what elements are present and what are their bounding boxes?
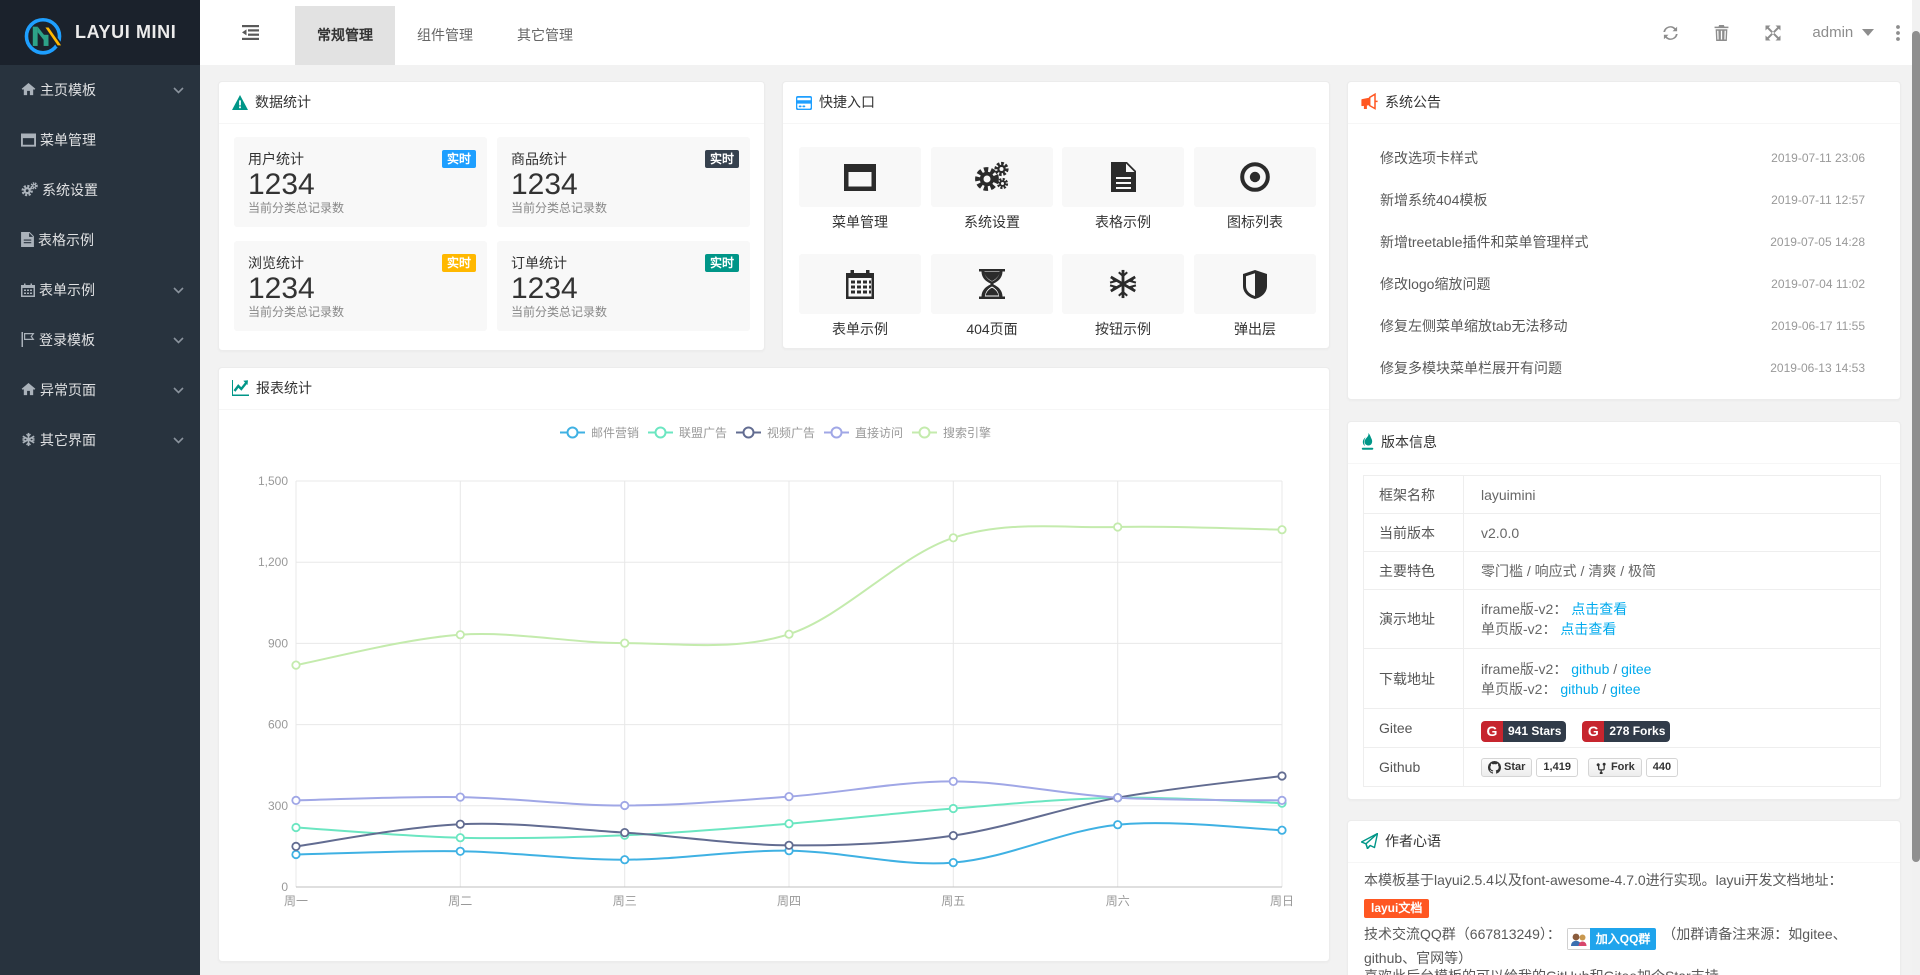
svg-text:周二: 周二 <box>448 894 472 908</box>
svg-text:0: 0 <box>281 880 288 894</box>
svg-text:周一: 周一 <box>284 894 308 908</box>
svg-text:600: 600 <box>268 718 288 732</box>
svg-text:1,200: 1,200 <box>258 555 288 569</box>
svg-text:900: 900 <box>268 636 288 650</box>
svg-text:周日: 周日 <box>1270 894 1294 908</box>
svg-text:搜索引擎: 搜索引擎 <box>943 425 991 440</box>
svg-text:300: 300 <box>268 799 288 813</box>
svg-text:直接访问: 直接访问 <box>855 425 903 440</box>
svg-text:周三: 周三 <box>613 894 637 908</box>
svg-text:1,500: 1,500 <box>258 474 288 488</box>
svg-text:邮件营销: 邮件营销 <box>591 426 639 440</box>
svg-text:周五: 周五 <box>941 894 965 908</box>
svg-text:周四: 周四 <box>777 894 801 908</box>
svg-text:联盟广告: 联盟广告 <box>679 426 727 440</box>
svg-text:视频广告: 视频广告 <box>767 425 815 440</box>
svg-text:周六: 周六 <box>1106 894 1130 908</box>
